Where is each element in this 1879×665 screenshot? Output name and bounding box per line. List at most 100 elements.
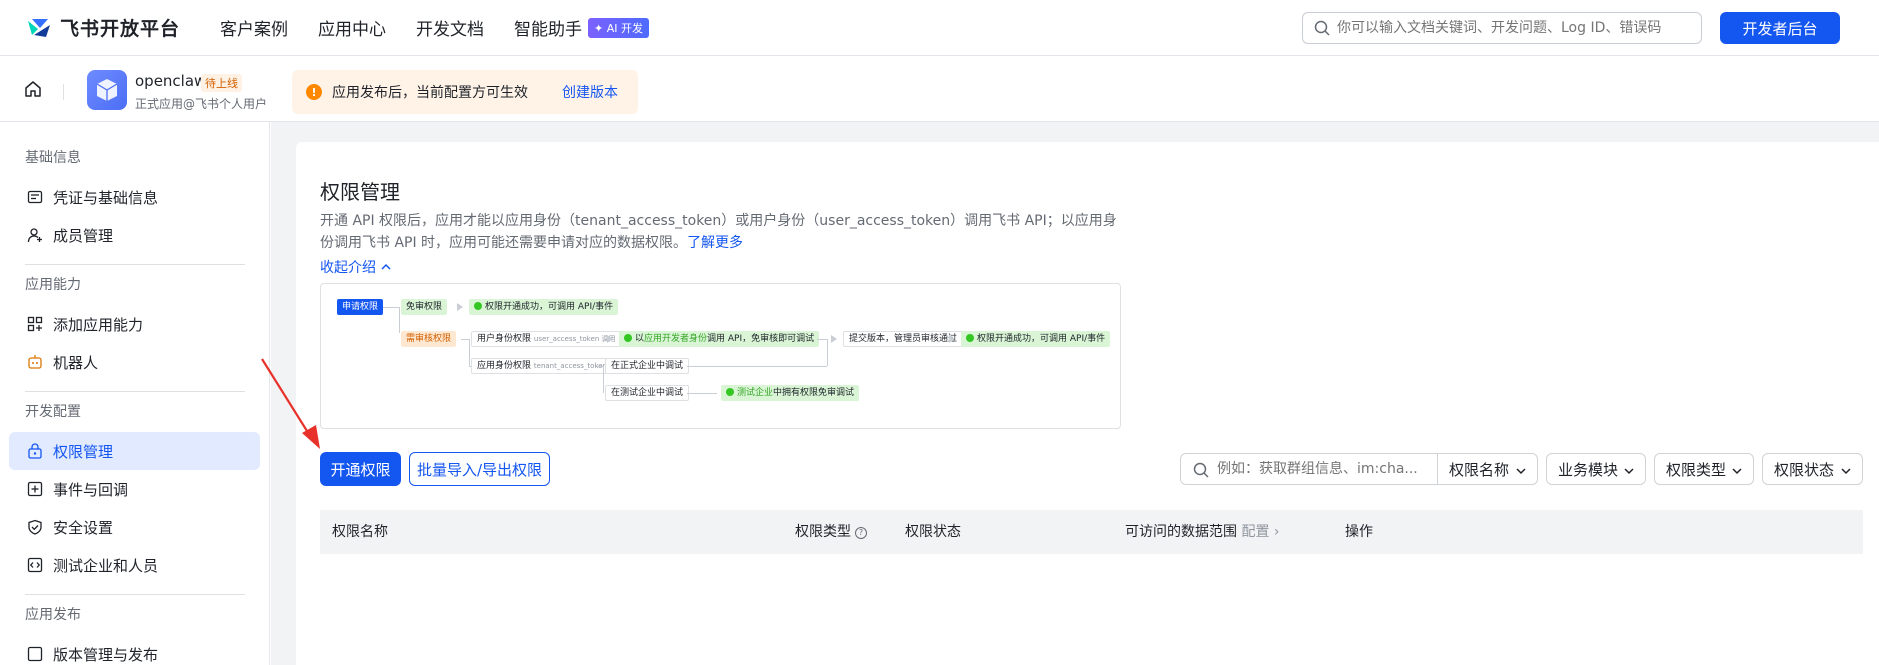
sidebar-item-versions[interactable]: 版本管理与发布 bbox=[9, 635, 260, 665]
sidebar-item-label: 成员管理 bbox=[53, 226, 114, 245]
filter-type-select[interactable]: 权限类型 bbox=[1654, 453, 1754, 485]
column-permission-status: 权限状态 bbox=[905, 524, 961, 540]
flow-test-result: 测试企业中拥有权限免审调试 bbox=[721, 385, 860, 401]
collapse-intro-label: 收起介绍 bbox=[320, 260, 376, 276]
sidebar-group-dev-config: 开发配置 bbox=[25, 404, 81, 420]
sidebar-item-label: 版本管理与发布 bbox=[53, 645, 159, 664]
flow-user-dev-tail: 调用 API，免审核即可调试 bbox=[707, 334, 815, 344]
sidebar-item-security[interactable]: 安全设置 bbox=[9, 508, 260, 546]
flow-connector bbox=[603, 366, 604, 393]
nav-link-docs[interactable]: 开发文档 bbox=[416, 15, 484, 40]
flow-user-token: user_access_token 调用 bbox=[533, 335, 616, 343]
app-name: openclaw bbox=[135, 72, 207, 90]
member-icon bbox=[25, 225, 45, 245]
flow-connector bbox=[469, 339, 470, 366]
developer-console-button[interactable]: 开发者后台 bbox=[1720, 12, 1840, 44]
global-search-input[interactable] bbox=[1337, 20, 1701, 36]
sidebar-item-test-enterprise[interactable]: 测试企业和人员 bbox=[9, 546, 260, 584]
sidebar-item-credentials[interactable]: 凭证与基础信息 bbox=[9, 178, 260, 216]
chevron-down-icon bbox=[1515, 463, 1527, 481]
nav-link-assistant[interactable]: 智能助手 ✦ AI 开发 bbox=[514, 15, 649, 40]
flow-arrow bbox=[457, 303, 463, 311]
flow-free: 免审权限 bbox=[401, 299, 448, 315]
open-permission-button[interactable]: 开通权限 bbox=[320, 452, 401, 486]
feishu-logo-icon bbox=[26, 17, 52, 39]
flow-connector bbox=[461, 339, 469, 340]
help-icon[interactable]: ? bbox=[855, 527, 867, 539]
sidebar-item-members[interactable]: 成员管理 bbox=[9, 216, 260, 254]
permission-search-input[interactable] bbox=[1217, 461, 1437, 477]
permission-table-header: 权限名称 权限类型? 权限状态 可访问的数据范围 配置 › 操作 bbox=[320, 510, 1863, 554]
filter-permission-name-select[interactable]: 权限名称 bbox=[1438, 453, 1538, 485]
search-icon bbox=[1314, 20, 1330, 40]
check-icon bbox=[726, 388, 734, 396]
flow-test-result-highlight: 测试企业 bbox=[737, 388, 774, 398]
column-actions: 操作 bbox=[1345, 524, 1373, 540]
sidebar-group-release: 应用发布 bbox=[25, 607, 81, 623]
flow-apply: 申请权限 bbox=[337, 299, 384, 315]
filter-module-select[interactable]: 业务模块 bbox=[1546, 453, 1646, 485]
check-icon bbox=[474, 302, 482, 310]
global-search[interactable] bbox=[1302, 12, 1702, 44]
column-permission-type: 权限类型? bbox=[795, 510, 867, 554]
column-permission-name: 权限名称 bbox=[332, 524, 388, 540]
brand-logo[interactable]: 飞书开放平台 bbox=[26, 14, 180, 41]
annotation-arrow bbox=[261, 358, 320, 449]
check-icon bbox=[624, 334, 632, 342]
permission-flow-diagram: 申请权限 免审权限 权限开通成功，可调用 API/事件 需审核权限 用户身份权限… bbox=[320, 283, 1121, 429]
warning-icon: ! bbox=[306, 84, 322, 100]
flow-connector bbox=[383, 307, 399, 308]
batch-import-export-button[interactable]: 批量导入/导出权限 bbox=[409, 452, 550, 486]
chevron-down-icon bbox=[1731, 463, 1743, 481]
flow-final-result-text: 权限开通成功，可调用 API/事件 bbox=[977, 334, 1106, 344]
filter-status-select[interactable]: 权限状态 bbox=[1762, 453, 1863, 485]
create-version-link[interactable]: 创建版本 bbox=[562, 82, 618, 102]
credential-icon bbox=[25, 187, 45, 207]
sidebar-divider bbox=[25, 594, 245, 595]
sidebar-item-add-capability[interactable]: 添加应用能力 bbox=[9, 305, 260, 343]
publish-notice: ! 应用发布后，当前配置方可生效 创建版本 bbox=[292, 70, 638, 114]
column-permission-type-label: 权限类型 bbox=[795, 524, 851, 540]
sidebar-divider bbox=[25, 391, 245, 392]
flow-free-result-text: 权限开通成功，可调用 API/事件 bbox=[485, 302, 614, 312]
page-title: 权限管理 bbox=[320, 180, 400, 204]
home-icon[interactable] bbox=[24, 80, 42, 102]
nav-link-assistant-label: 智能助手 bbox=[514, 20, 583, 40]
flow-submit: 提交版本，管理员审核通过 bbox=[843, 331, 964, 347]
flow-user-perm: 用户身份权限 user_access_token 调用 bbox=[471, 331, 622, 347]
permission-search[interactable] bbox=[1180, 453, 1438, 485]
chevron-down-icon bbox=[1623, 463, 1635, 481]
sidebar-item-label: 安全设置 bbox=[53, 518, 114, 537]
sidebar-item-robot[interactable]: 机器人 bbox=[9, 343, 260, 381]
robot-icon bbox=[25, 352, 45, 372]
chevron-up-icon bbox=[380, 260, 392, 276]
top-navbar: 飞书开放平台 客户案例 应用中心 开发文档 智能助手 ✦ AI 开发 开发者后台 bbox=[0, 0, 1879, 56]
flow-test-debug: 在测试企业中调试 bbox=[605, 385, 690, 401]
column-data-scope: 可访问的数据范围 配置 › bbox=[1125, 510, 1280, 554]
flow-prod-debug: 在正式企业中调试 bbox=[605, 358, 690, 374]
filter-module-label: 业务模块 bbox=[1558, 460, 1619, 479]
app-avatar bbox=[87, 70, 127, 110]
app-subtitle: 正式应用@飞书个人用户 bbox=[135, 97, 268, 111]
sidebar-item-events[interactable]: 事件与回调 bbox=[9, 470, 260, 508]
nav-link-app-center[interactable]: 应用中心 bbox=[318, 15, 386, 40]
chevron-right-icon: › bbox=[1273, 524, 1280, 540]
flow-connector bbox=[687, 393, 717, 394]
flow-user-dev-prefix: 以 bbox=[635, 334, 645, 344]
sidebar-item-label: 机器人 bbox=[53, 353, 99, 372]
collapse-intro-toggle[interactable]: 收起介绍 bbox=[320, 257, 392, 277]
flow-arrow bbox=[607, 335, 613, 343]
shield-icon bbox=[25, 517, 45, 537]
flow-connector bbox=[399, 307, 400, 333]
filter-status-label: 权限状态 bbox=[1774, 460, 1835, 479]
filter-permission-name-label: 权限名称 bbox=[1449, 460, 1510, 479]
flow-app-perm-text: 应用身份权限 bbox=[477, 361, 532, 371]
publish-notice-text: 应用发布后，当前配置方可生效 bbox=[332, 85, 528, 101]
sidebar-item-permissions[interactable]: 权限管理 bbox=[9, 432, 260, 470]
learn-more-link[interactable]: 了解更多 bbox=[687, 235, 743, 251]
config-link[interactable]: 配置 bbox=[1241, 524, 1269, 540]
page-description: 开通 API 权限后，应用才能以应用身份（tenant_access_token… bbox=[320, 210, 1120, 254]
nav-link-cases[interactable]: 客户案例 bbox=[220, 15, 288, 40]
sidebar-item-label: 权限管理 bbox=[53, 442, 114, 461]
chevron-down-icon bbox=[1840, 463, 1852, 481]
